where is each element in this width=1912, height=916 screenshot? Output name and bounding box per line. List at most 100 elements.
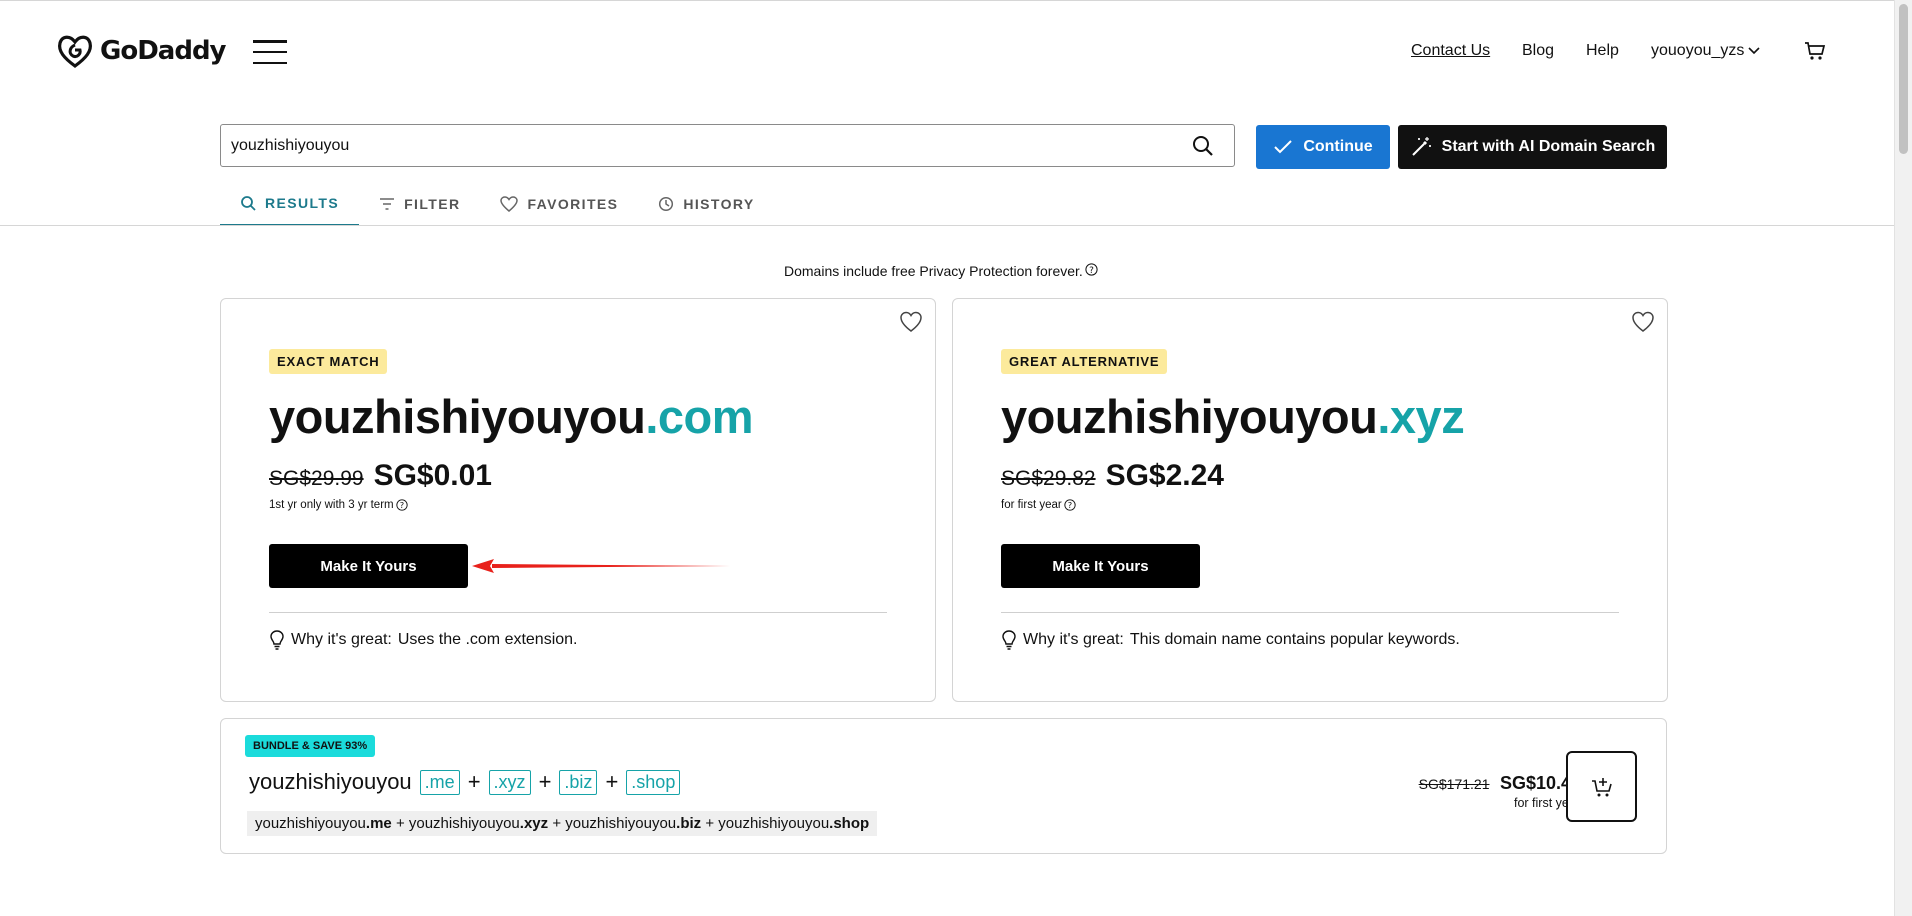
plus-sign: + xyxy=(605,769,619,794)
privacy-note-text: Domains include free Privacy Protection … xyxy=(784,263,1083,279)
info-icon[interactable]: ? xyxy=(1085,263,1098,276)
info-icon[interactable]: ? xyxy=(395,499,408,511)
history-icon xyxy=(659,196,674,212)
bundle-list-tld: .shop xyxy=(829,815,870,832)
why-text: This domain name contains popular keywor… xyxy=(1129,631,1460,648)
checkmark-icon xyxy=(1274,140,1293,154)
plus-sign: + xyxy=(705,815,715,832)
tab-results-label: RESULTS xyxy=(265,195,340,211)
page-scrollbar[interactable] xyxy=(1894,0,1912,916)
domain-search-input[interactable] xyxy=(231,136,1192,155)
exact-match-badge: EXACT MATCH xyxy=(269,349,388,374)
domain-search-box xyxy=(220,124,1235,167)
top-border xyxy=(0,0,1894,1)
card-divider xyxy=(269,612,887,613)
why-text: Uses the .com extension. xyxy=(397,631,578,648)
domain-name: youzhishiyouyou.xyz xyxy=(1001,389,1465,444)
favorite-heart-icon[interactable] xyxy=(899,311,923,333)
add-to-cart-icon xyxy=(1591,777,1612,796)
favorite-heart-icon[interactable] xyxy=(1631,311,1655,333)
tab-favorites-label: FAVORITES xyxy=(527,196,619,212)
bundle-tld-chip: .xyz xyxy=(488,769,531,795)
bundle-list-name: youzhishiyouyou xyxy=(255,815,366,832)
bundle-list-tld: .biz xyxy=(676,815,702,832)
lightbulb-icon xyxy=(1002,630,1016,650)
why-its-great: Why it's great: Uses the .com extension. xyxy=(269,630,578,650)
make-it-yours-button[interactable]: Make It Yours xyxy=(1001,544,1200,588)
tab-history-label: HISTORY xyxy=(683,196,755,212)
price-line: SG$29.99 SG$0.01 xyxy=(269,459,492,493)
lightbulb-icon xyxy=(270,630,284,650)
top-nav: Contact Us Blog Help youoyou_yzs xyxy=(0,42,1912,66)
great-alternative-badge: GREAT ALTERNATIVE xyxy=(1001,349,1168,374)
ai-search-label: Start with AI Domain Search xyxy=(1441,138,1656,155)
bundle-list-name: youzhishiyouyou xyxy=(718,815,830,832)
card-divider xyxy=(1001,612,1619,613)
price-note-text: 1st yr only with 3 yr term xyxy=(269,499,394,511)
search-icon[interactable] xyxy=(1192,135,1214,157)
svg-text:?: ? xyxy=(1068,500,1072,510)
exact-match-card: EXACT MATCH youzhishiyouyou.com SG$29.99… xyxy=(220,298,936,702)
bundle-tld-chip: .me xyxy=(419,769,460,795)
svg-text:?: ? xyxy=(1089,266,1094,276)
great-alternative-card: GREAT ALTERNATIVE youzhishiyouyou.xyz SG… xyxy=(952,298,1668,702)
bundle-list-name: youzhishiyouyou xyxy=(565,815,677,832)
bundle-price: SG$171.21 SG$10.46 xyxy=(1401,773,1581,794)
bundle-badge: BUNDLE & SAVE 93% xyxy=(245,735,376,757)
magic-wand-icon xyxy=(1411,137,1431,156)
old-price: SG$29.99 xyxy=(269,467,364,490)
add-to-cart-button[interactable] xyxy=(1566,751,1637,822)
filter-icon xyxy=(380,198,395,210)
why-label: Why it's great: xyxy=(291,631,392,648)
bundle-tld-chip: .biz xyxy=(559,769,598,795)
heart-icon xyxy=(500,196,519,212)
tabs-divider xyxy=(0,225,1894,226)
chevron-down-icon xyxy=(1748,47,1760,55)
tab-filter[interactable]: FILTER xyxy=(359,182,480,226)
tab-favorites[interactable]: FAVORITES xyxy=(480,182,638,226)
privacy-note: Domains include free Privacy Protection … xyxy=(784,263,1098,279)
plus-sign: + xyxy=(467,769,481,794)
bundle-card: BUNDLE & SAVE 93% youzhishiyouyou .me + … xyxy=(220,718,1667,854)
domain-name-base: youzhishiyouyou xyxy=(1001,390,1378,443)
domain-tld: .com xyxy=(645,390,754,443)
continue-label: Continue xyxy=(1303,138,1373,155)
price-line: SG$29.82 SG$2.24 xyxy=(1001,459,1224,493)
continue-button[interactable]: Continue xyxy=(1256,125,1390,169)
blog-link[interactable]: Blog xyxy=(1522,42,1554,60)
tab-history[interactable]: HISTORY xyxy=(638,182,774,226)
price-note: for first year ? xyxy=(1001,499,1076,511)
make-it-yours-button[interactable]: Make It Yours xyxy=(269,544,468,588)
svg-text:?: ? xyxy=(399,500,403,510)
bundle-list-tld: .xyz xyxy=(519,815,549,832)
old-price: SG$29.82 xyxy=(1001,467,1096,490)
cart-icon[interactable] xyxy=(1804,41,1826,66)
user-name: youoyou_yzs xyxy=(1651,42,1745,59)
annotation-arrow-icon xyxy=(472,559,730,573)
domain-name-base: youzhishiyouyou xyxy=(269,390,646,443)
bundle-old-price: SG$171.21 xyxy=(1418,776,1490,792)
domain-tld: .xyz xyxy=(1377,390,1465,443)
price-note-text: for first year xyxy=(1001,499,1062,511)
info-icon[interactable]: ? xyxy=(1064,499,1076,511)
bundle-list-name: youzhishiyouyou xyxy=(408,815,520,832)
ai-domain-search-button[interactable]: Start with AI Domain Search xyxy=(1398,125,1667,169)
user-menu[interactable]: youoyou_yzs xyxy=(1651,42,1760,60)
help-link[interactable]: Help xyxy=(1586,42,1619,60)
results-tabs: RESULTS FILTER FAVORITES HISTORY xyxy=(220,182,775,226)
search-icon xyxy=(241,196,256,211)
scrollbar-thumb[interactable] xyxy=(1899,4,1908,154)
bundle-tld-chip: .shop xyxy=(626,769,681,795)
new-price: SG$2.24 xyxy=(1105,459,1224,492)
contact-us-link[interactable]: Contact Us xyxy=(1411,42,1490,60)
bundle-list-tld: .me xyxy=(365,815,392,832)
tab-filter-label: FILTER xyxy=(404,196,461,212)
plus-sign: + xyxy=(552,815,562,832)
bundle-domain-list: youzhishiyouyou.me + youzhishiyouyou.xyz… xyxy=(247,811,878,836)
new-price: SG$0.01 xyxy=(373,459,492,492)
bundle-domain-name: youzhishiyouyou xyxy=(249,769,412,794)
domain-name: youzhishiyouyou.com xyxy=(269,389,754,444)
bundle-title: youzhishiyouyou .me + .xyz + .biz + .sho… xyxy=(249,769,681,795)
why-its-great: Why it's great: This domain name contain… xyxy=(1001,630,1460,650)
tab-results[interactable]: RESULTS xyxy=(220,182,360,226)
